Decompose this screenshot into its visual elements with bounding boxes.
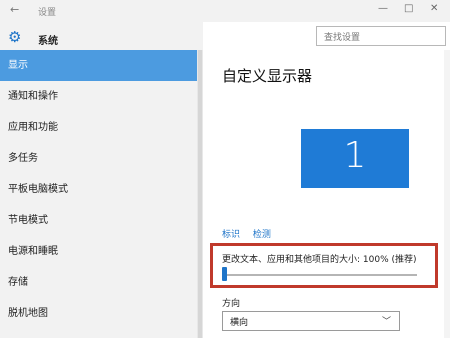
scale-slider-thumb[interactable] [222, 267, 227, 281]
monitor-number: 1 [343, 135, 367, 176]
monitor-preview[interactable]: 1 [301, 129, 409, 188]
gear-icon: ⚙ [8, 28, 22, 46]
sidebar-item-multitasking[interactable]: 多任务 [0, 143, 197, 174]
sidebar-item-battery-saver[interactable]: 节电模式 [0, 205, 197, 236]
sidebar-item-power-sleep[interactable]: 电源和睡眠 [0, 236, 197, 267]
display-links: 标识 检测 [222, 227, 281, 240]
sidebar-item-apps-features[interactable]: 应用和功能 [0, 112, 197, 143]
sidebar-item-tablet-mode[interactable]: 平板电脑模式 [0, 174, 197, 205]
chevron-down-icon: ﹀ [381, 317, 391, 327]
orientation-label: 方向 [222, 299, 241, 309]
sidebar-item-storage[interactable]: 存储 [0, 267, 197, 298]
title-bar: ← 设置 — □ ✕ [0, 0, 450, 22]
search-input[interactable]: 查找设置 [316, 26, 446, 46]
maximize-icon[interactable]: □ [404, 3, 413, 14]
orientation-value: 横向 [230, 318, 249, 328]
main-scrollbar[interactable] [444, 50, 450, 338]
sidebar-scrollbar-thumb[interactable] [198, 50, 202, 338]
scale-slider-track[interactable] [222, 274, 417, 276]
window-title: 设置 [38, 8, 57, 18]
app-name: 系统 [38, 36, 58, 47]
identify-link[interactable]: 标识 [222, 230, 240, 240]
sidebar-nav: 显示 通知和操作 应用和功能 多任务 平板电脑模式 节电模式 电源和睡眠 存储 … [0, 50, 197, 329]
scale-label: 更改文本、应用和其他项目的大小: 100% (推荐) [222, 255, 417, 265]
sidebar: ⚙ 系统 显示 通知和操作 应用和功能 多任务 平板电脑模式 节电模式 电源和睡… [0, 22, 203, 338]
page-title: 自定义显示器 [222, 67, 313, 85]
close-icon[interactable]: ✕ [430, 3, 438, 14]
highlight-box [210, 243, 438, 288]
app-header: ⚙ 系统 [8, 28, 198, 50]
detect-link[interactable]: 检测 [253, 230, 271, 240]
minimize-icon[interactable]: — [378, 3, 388, 14]
search-placeholder: 查找设置 [324, 33, 361, 43]
sidebar-item-offline-maps[interactable]: 脱机地图 [0, 298, 197, 329]
orientation-dropdown[interactable]: 横向 ﹀ [222, 311, 400, 331]
back-arrow-icon[interactable]: ← [10, 3, 19, 16]
sidebar-scrollbar[interactable] [197, 50, 203, 338]
sidebar-item-display[interactable]: 显示 [0, 50, 197, 81]
sidebar-item-notifications[interactable]: 通知和操作 [0, 81, 197, 112]
